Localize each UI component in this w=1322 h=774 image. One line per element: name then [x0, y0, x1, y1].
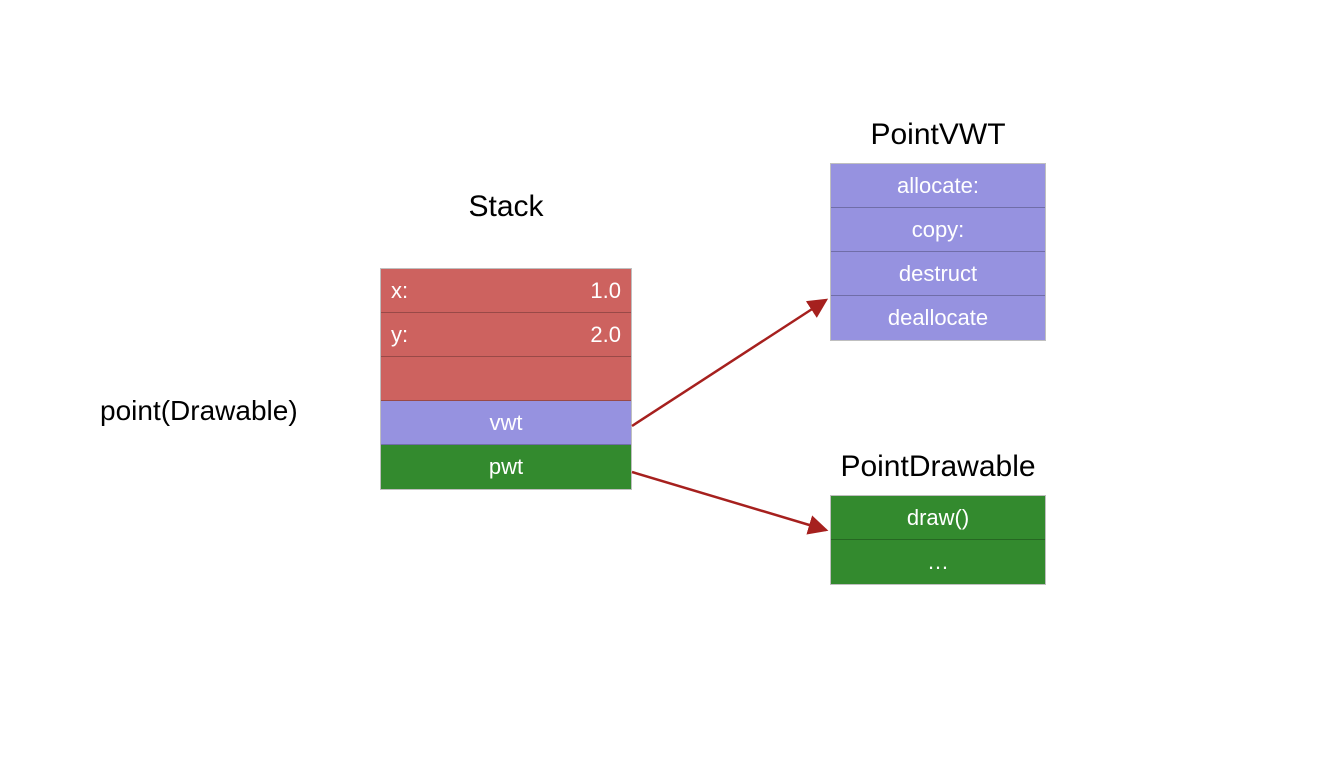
vwt-title: PointVWT [830, 118, 1046, 152]
pwt-title: PointDrawable [830, 450, 1046, 484]
pwt-row-draw: draw() [831, 496, 1045, 540]
pwt-row-ellipsis: … [831, 540, 1045, 584]
pwt-box: draw() … [830, 495, 1046, 585]
vwt-box: allocate: copy: destruct deallocate [830, 163, 1046, 341]
stack-row-key: x: [391, 278, 408, 304]
arrows-svg [0, 0, 1322, 774]
arrow-pwt [632, 472, 826, 530]
stack-row-val: 2.0 [590, 322, 621, 348]
stack-row-val: 1.0 [590, 278, 621, 304]
vwt-row-copy: copy: [831, 208, 1045, 252]
stack-row-y: y: 2.0 [381, 313, 631, 357]
stack-row-pwt: pwt [381, 445, 631, 489]
vwt-row-deallocate: deallocate [831, 296, 1045, 340]
side-label: point(Drawable) [100, 395, 298, 427]
stack-row-x: x: 1.0 [381, 269, 631, 313]
stack-row-key: y: [391, 322, 408, 348]
stack-title: Stack [380, 190, 632, 224]
stack-row-vwt: vwt [381, 401, 631, 445]
stack-box: x: 1.0 y: 2.0 vwt pwt [380, 268, 632, 490]
stack-row-empty [381, 357, 631, 401]
arrow-vwt [632, 300, 826, 426]
vwt-row-allocate: allocate: [831, 164, 1045, 208]
vwt-row-destruct: destruct [831, 252, 1045, 296]
